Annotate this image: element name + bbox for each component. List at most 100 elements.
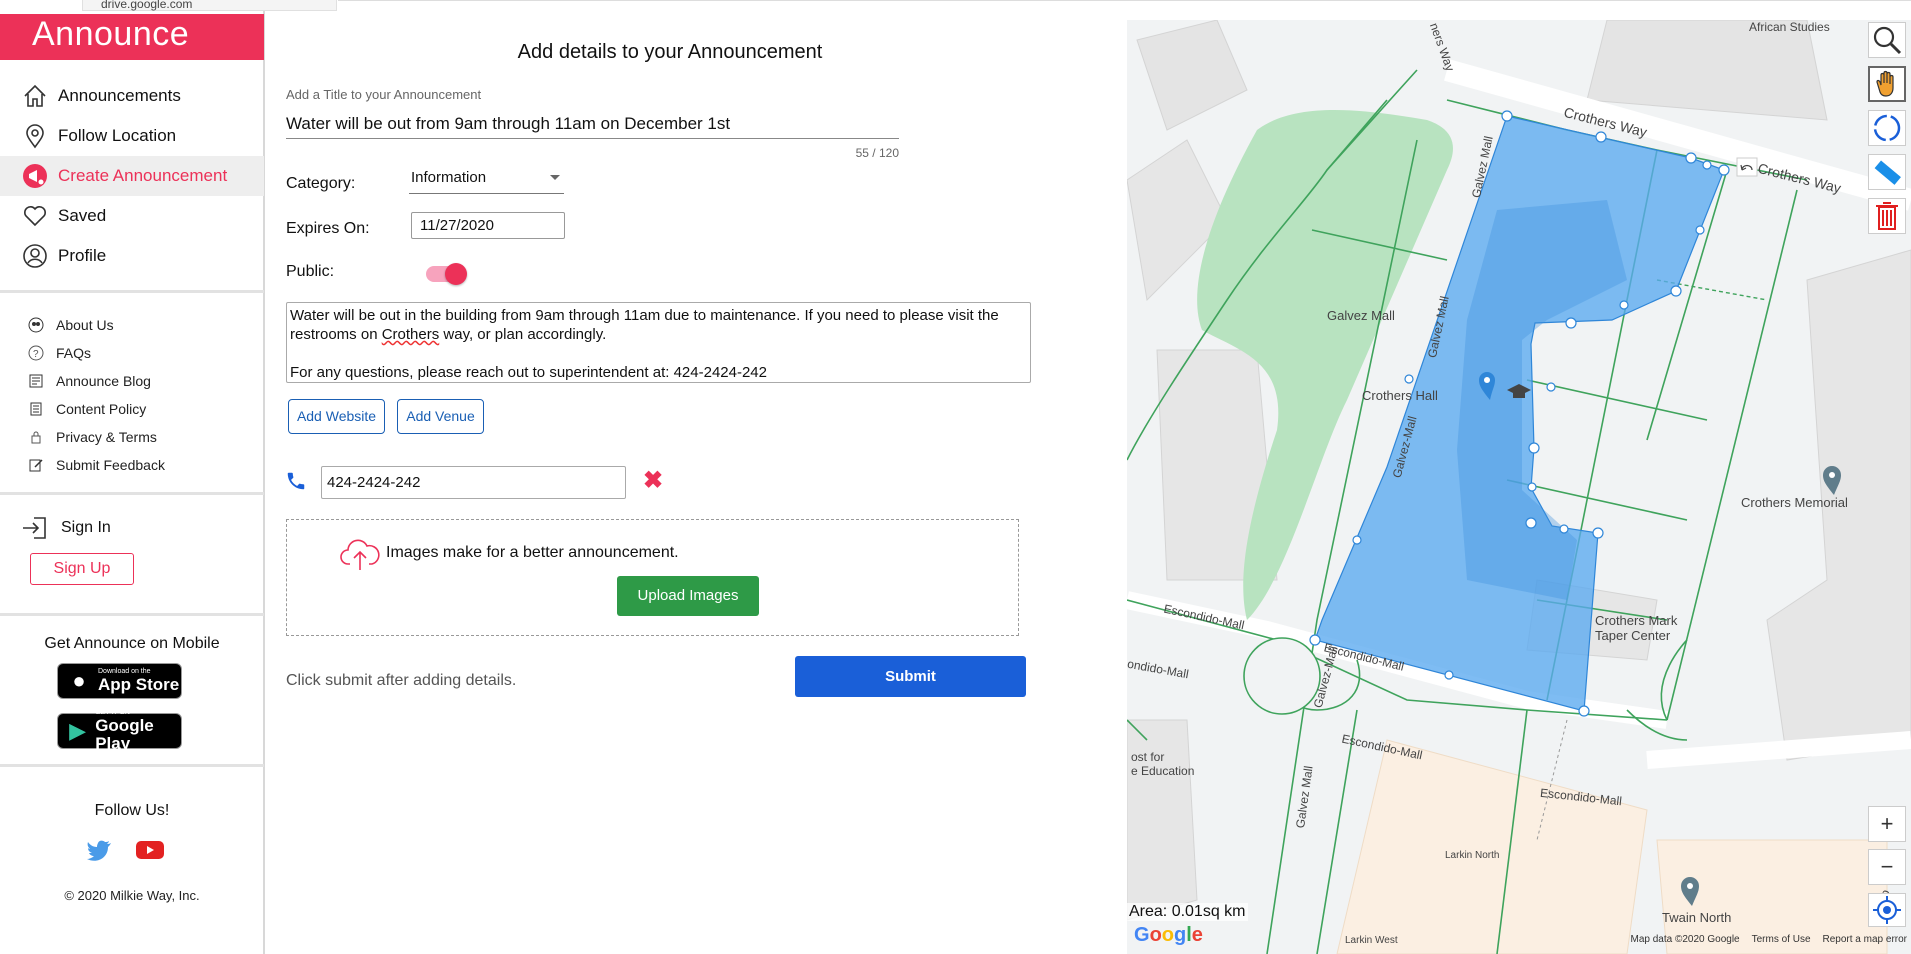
public-label: Public: bbox=[286, 263, 335, 280]
circle-tool-button[interactable] bbox=[1868, 110, 1906, 146]
sidebar-divider bbox=[0, 764, 264, 767]
follow-us-title: Follow Us! bbox=[94, 802, 170, 819]
nav-item-announcements[interactable]: Announcements bbox=[0, 76, 264, 116]
sign-in-link[interactable]: Sign In bbox=[20, 515, 111, 541]
badge-text: Download on the App Store bbox=[98, 668, 179, 694]
nav-label: Announcements bbox=[58, 86, 181, 105]
feedback-icon bbox=[29, 459, 43, 472]
map-label: Crothers Mark Taper Center bbox=[1595, 613, 1678, 643]
description-textarea[interactable]: Water will be out in the building from 9… bbox=[286, 302, 1031, 383]
category-label: Category: bbox=[286, 175, 356, 192]
nav-item-saved[interactable]: Saved bbox=[0, 196, 264, 236]
sub-item-label: FAQs bbox=[56, 345, 92, 361]
description-text-b: way, or plan accordingly. bbox=[439, 326, 607, 343]
terms-of-use-link[interactable]: Terms of Use bbox=[1752, 934, 1811, 945]
sidebar-divider bbox=[0, 290, 264, 293]
sidebar-divider bbox=[0, 492, 264, 495]
public-toggle[interactable] bbox=[426, 263, 467, 285]
people-icon bbox=[28, 317, 44, 333]
social-links bbox=[86, 840, 164, 862]
remove-phone-icon[interactable]: ✖ bbox=[643, 468, 663, 494]
image-dropzone[interactable]: Images make for a better announcement. U… bbox=[286, 519, 1019, 636]
svg-text:?: ? bbox=[33, 349, 39, 360]
home-icon bbox=[24, 84, 46, 107]
sub-item-content-policy[interactable]: Content Policy bbox=[0, 395, 264, 423]
category-select[interactable]: Information bbox=[409, 168, 564, 194]
map-label: African Studies bbox=[1749, 20, 1830, 34]
sub-item-label: Announce Blog bbox=[56, 373, 151, 389]
sign-in-icon bbox=[23, 517, 46, 539]
cloud-upload-icon bbox=[340, 539, 380, 570]
twitter-icon[interactable] bbox=[86, 840, 112, 862]
play-icon: ▶ bbox=[69, 718, 87, 743]
zoom-out-button[interactable]: − bbox=[1868, 849, 1906, 885]
location-pin-icon bbox=[26, 124, 44, 149]
app-store-badge[interactable]: ● Download on the App Store bbox=[57, 663, 182, 699]
badge-big-text: Google Play bbox=[95, 716, 154, 753]
map-view[interactable]: African Studies Crothers Way Crothers Wa… bbox=[1127, 20, 1911, 954]
copyright: © 2020 Milkie Way, Inc. bbox=[64, 888, 200, 903]
nav-item-follow-location[interactable]: Follow Location bbox=[0, 116, 264, 156]
sub-item-label: About Us bbox=[56, 317, 114, 333]
pan-tool-button[interactable] bbox=[1868, 66, 1906, 102]
sub-item-faqs[interactable]: ? FAQs bbox=[0, 339, 264, 367]
add-venue-button[interactable]: Add Venue bbox=[397, 399, 484, 434]
document-icon bbox=[30, 402, 42, 416]
title-char-counter: 55 / 120 bbox=[855, 146, 899, 160]
map-base[interactable] bbox=[1127, 20, 1911, 954]
zoom-in-button[interactable]: + bbox=[1868, 806, 1906, 842]
toggle-knob bbox=[445, 263, 467, 285]
megaphone-icon bbox=[23, 164, 47, 188]
sub-item-label: Privacy & Terms bbox=[56, 429, 157, 445]
map-data-credit: Map data ©2020 Google bbox=[1630, 934, 1740, 945]
nav-item-create-announcement[interactable]: Create Announcement bbox=[0, 156, 264, 196]
form-heading: Add details to your Announcement bbox=[517, 41, 823, 63]
sub-item-label: Content Policy bbox=[56, 401, 147, 417]
badge-text: GET IT ON Google Play bbox=[95, 709, 181, 753]
map-label: Galvez Mall bbox=[1327, 308, 1395, 323]
main-nav: Announcements Follow Location Create Ann… bbox=[0, 76, 264, 276]
map-footer: Map data ©2020 Google Terms of Use Repor… bbox=[1630, 934, 1907, 945]
upload-images-button[interactable]: Upload Images bbox=[617, 576, 759, 616]
sub-item-privacy-terms[interactable]: Privacy & Terms bbox=[0, 423, 264, 451]
category-value: Information bbox=[411, 169, 487, 186]
title-field-label: Add a Title to your Announcement bbox=[286, 87, 482, 102]
area-readout: Area: 0.01sq km bbox=[1127, 903, 1248, 921]
sidebar: Announce Announcements Follow Location C… bbox=[0, 0, 265, 954]
nav-label: Profile bbox=[58, 246, 107, 265]
delete-tool-button[interactable] bbox=[1868, 198, 1906, 234]
sub-item-blog[interactable]: Announce Blog bbox=[0, 367, 264, 395]
circle-select-icon bbox=[1873, 114, 1901, 142]
search-icon bbox=[1873, 26, 1902, 55]
my-location-button[interactable] bbox=[1868, 893, 1906, 927]
heart-icon bbox=[24, 206, 46, 227]
ruler-icon bbox=[1874, 160, 1901, 185]
add-website-button[interactable]: Add Website bbox=[288, 399, 385, 434]
google-play-badge[interactable]: ▶ GET IT ON Google Play bbox=[57, 709, 182, 753]
phone-input[interactable] bbox=[321, 466, 626, 499]
sub-item-submit-feedback[interactable]: Submit Feedback bbox=[0, 451, 264, 479]
map-label: Crothers Hall bbox=[1362, 388, 1438, 403]
nav-item-profile[interactable]: Profile bbox=[0, 236, 264, 276]
trash-icon bbox=[1876, 202, 1898, 230]
map-label: Crothers Memorial bbox=[1741, 495, 1848, 510]
report-map-error-link[interactable]: Report a map error bbox=[1823, 934, 1907, 945]
map-label: Twain North bbox=[1662, 910, 1732, 925]
secondary-nav: About Us ? FAQs Announce Blog Content Po… bbox=[0, 311, 264, 479]
expires-date-input[interactable] bbox=[411, 212, 565, 239]
youtube-icon[interactable] bbox=[136, 840, 164, 860]
sub-item-label: Submit Feedback bbox=[56, 457, 165, 473]
measure-tool-button[interactable] bbox=[1868, 154, 1906, 190]
expires-label: Expires On: bbox=[286, 220, 370, 237]
submit-button[interactable]: Submit bbox=[795, 656, 1026, 697]
sub-item-about-us[interactable]: About Us bbox=[0, 311, 264, 339]
hand-icon bbox=[1876, 70, 1894, 97]
submit-hint: Click submit after adding details. bbox=[286, 672, 517, 689]
title-input[interactable] bbox=[286, 109, 899, 139]
sign-up-button[interactable]: Sign Up bbox=[30, 553, 134, 585]
nav-label: Create Announcement bbox=[58, 166, 228, 185]
app-logo[interactable]: Announce bbox=[0, 14, 264, 60]
search-tool-button[interactable] bbox=[1868, 22, 1906, 58]
sign-in-label: Sign In bbox=[61, 519, 111, 536]
map-label: e Education bbox=[1131, 764, 1195, 778]
